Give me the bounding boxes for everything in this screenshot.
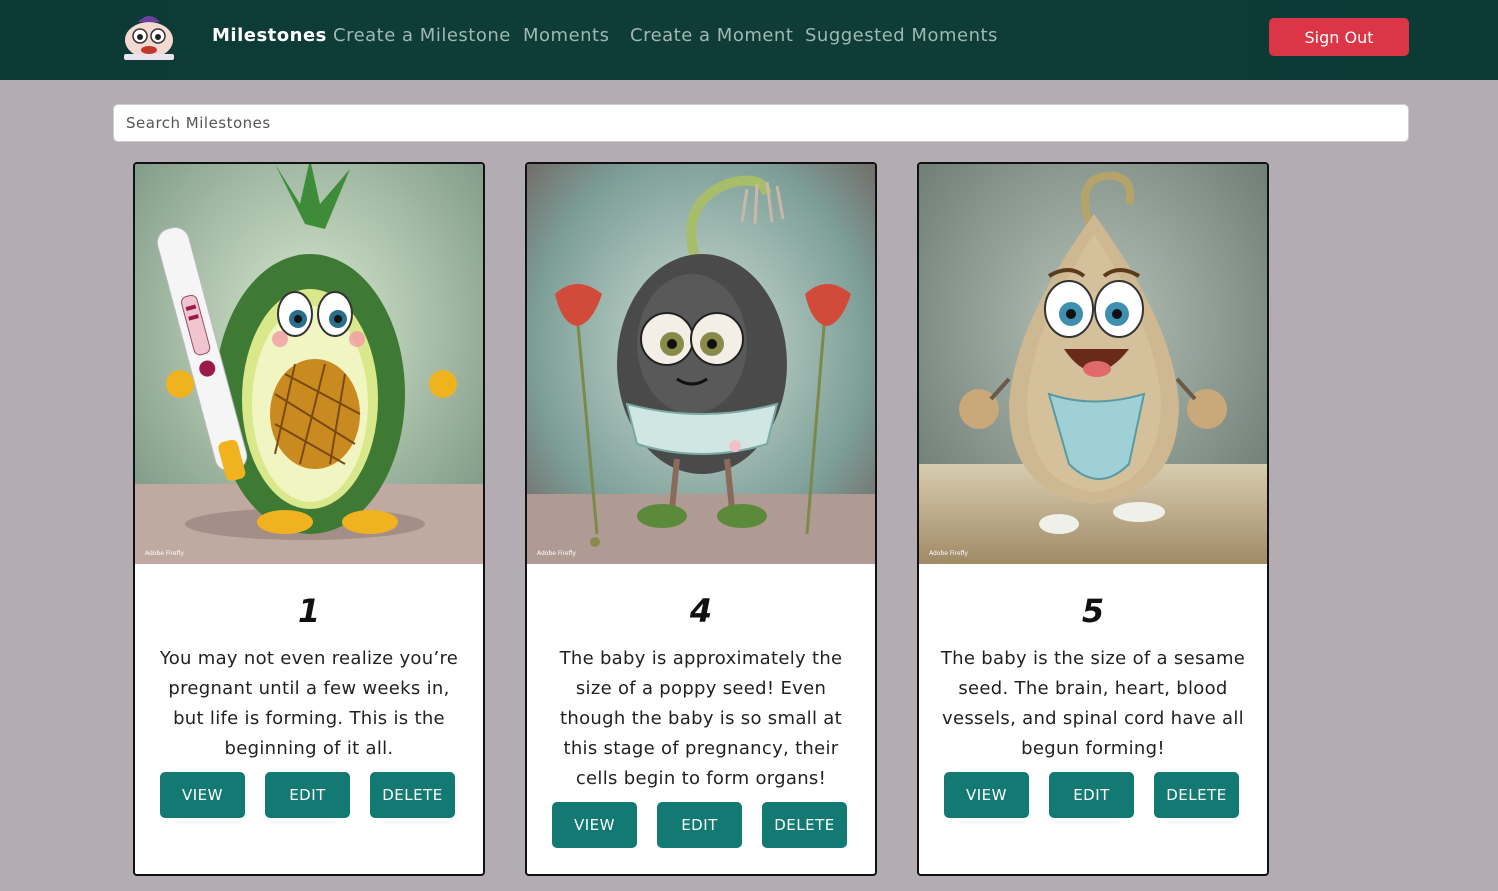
view-button[interactable]: VIEW <box>944 772 1029 818</box>
milestone-card: Adobe Firefly 4 The baby is approximatel… <box>525 162 877 876</box>
svg-text:Adobe Firefly: Adobe Firefly <box>929 550 968 557</box>
milestone-week: 1 <box>297 592 321 630</box>
nav-create-moment[interactable]: Create a Moment <box>630 25 793 46</box>
poppy-seed-character-icon: Adobe Firefly <box>527 164 875 564</box>
search-input[interactable] <box>113 104 1409 142</box>
milestone-week: 4 <box>689 592 713 630</box>
navbar: Milestones Create a Milestone Moments Cr… <box>0 0 1498 80</box>
milestone-description: You may not even realize you’re pregnant… <box>159 648 459 759</box>
edit-button[interactable]: EDIT <box>265 772 350 818</box>
card-actions: VIEW EDIT DELETE <box>919 772 1267 818</box>
card-actions: VIEW EDIT DELETE <box>527 802 875 848</box>
nav-create-milestone[interactable]: Create a Milestone <box>333 25 511 46</box>
milestone-description: The baby is the size of a sesame seed. T… <box>940 648 1246 759</box>
view-button[interactable]: VIEW <box>160 772 245 818</box>
nav-moments[interactable]: Moments <box>523 25 610 46</box>
sign-out-button[interactable]: Sign Out <box>1269 18 1409 56</box>
edit-button[interactable]: EDIT <box>1049 772 1134 818</box>
svg-text:Adobe Firefly: Adobe Firefly <box>537 550 576 557</box>
pineapple-avocado-character-icon: Adobe Firefly <box>135 164 483 564</box>
sesame-seed-character-icon: Adobe Firefly <box>919 164 1267 564</box>
nav-milestones[interactable]: Milestones <box>212 25 327 46</box>
delete-button[interactable]: DELETE <box>1154 772 1239 818</box>
logo-icon[interactable] <box>118 10 180 62</box>
nav-suggested-moments[interactable]: Suggested Moments <box>805 25 998 46</box>
view-button[interactable]: VIEW <box>552 802 637 848</box>
milestone-card: Adobe Firefly 1 You may not even realize… <box>133 162 485 876</box>
svg-text:Adobe Firefly: Adobe Firefly <box>145 550 184 557</box>
milestone-description: The baby is approximately the size of a … <box>559 648 843 789</box>
card-actions: VIEW EDIT DELETE <box>135 772 483 818</box>
delete-button[interactable]: DELETE <box>370 772 455 818</box>
delete-button[interactable]: DELETE <box>762 802 847 848</box>
milestone-card: Adobe Firefly 5 The baby is the size of … <box>917 162 1269 876</box>
edit-button[interactable]: EDIT <box>657 802 742 848</box>
milestone-week: 5 <box>1081 592 1105 630</box>
